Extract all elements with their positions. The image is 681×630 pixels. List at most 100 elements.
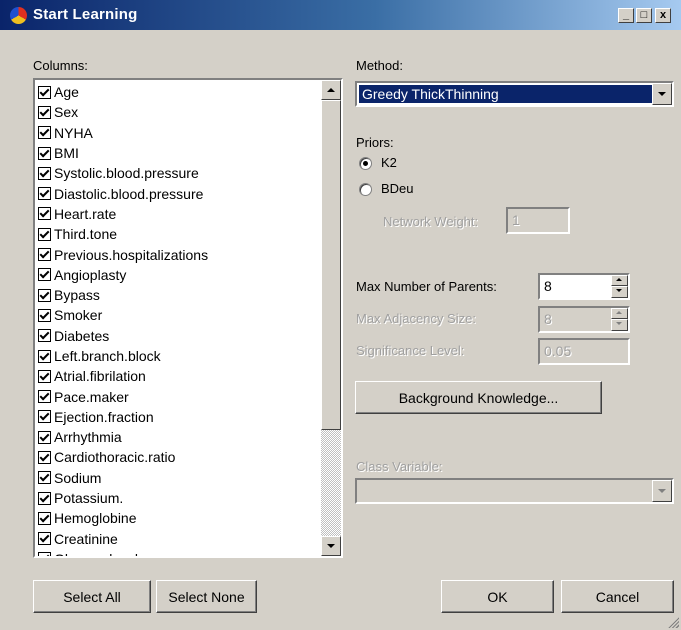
checkbox-checked-icon[interactable] [38,390,51,404]
column-item[interactable]: Sodium [38,468,208,488]
scroll-up-button[interactable] [321,80,341,100]
close-button[interactable]: x [655,8,671,23]
checkbox-checked-icon[interactable] [38,288,51,302]
checkbox-checked-icon[interactable] [38,105,51,119]
select-all-button[interactable]: Select All [33,580,151,613]
column-item[interactable]: Ejection.fraction [38,407,208,427]
column-item-label: NYHA [54,124,93,141]
minimize-button[interactable]: _ [618,8,634,23]
app-icon [10,7,27,24]
column-item[interactable]: BMI [38,143,208,163]
radio-k2[interactable] [359,157,372,170]
column-item[interactable]: Diabetes [38,326,208,346]
checkbox-checked-icon[interactable] [38,471,51,485]
column-item[interactable]: Heart.rate [38,204,208,224]
column-item[interactable]: Age [38,82,208,102]
column-item-label: Atrial.fibrilation [54,368,146,385]
column-item[interactable]: Potassium. [38,488,208,508]
column-item[interactable]: Pace.maker [38,386,208,406]
chevron-down-icon [658,489,666,493]
checkbox-checked-icon[interactable] [38,369,51,383]
column-item[interactable]: Arrhythmia [38,427,208,447]
resize-grip-icon[interactable] [667,616,679,628]
columns-label: Columns: [33,58,88,73]
radio-k2-label[interactable]: K2 [381,155,397,170]
checkbox-checked-icon[interactable] [38,410,51,424]
checkbox-checked-icon[interactable] [38,450,51,464]
max-adjacency-label: Max Adjacency Size: [356,311,476,326]
checkbox-checked-icon[interactable] [38,85,51,99]
checkbox-checked-icon[interactable] [38,308,51,322]
checkbox-checked-icon[interactable] [38,491,51,505]
max-parents-up-button[interactable] [611,275,628,286]
column-item[interactable]: Angioplasty [38,265,208,285]
checkbox-checked-icon[interactable] [38,187,51,201]
cancel-button[interactable]: Cancel [561,580,674,613]
select-none-button[interactable]: Select None [156,580,257,613]
method-dropdown-button[interactable] [652,83,672,105]
checkbox-checked-icon[interactable] [38,268,51,282]
ok-button[interactable]: OK [441,580,554,613]
class-variable-label: Class Variable: [356,459,443,474]
checkbox-checked-icon[interactable] [38,248,51,262]
class-variable-value [359,482,362,500]
column-item[interactable]: Previous.hospitalizations [38,244,208,264]
scroll-down-button[interactable] [321,536,341,556]
max-adjacency-value: 8 [544,311,552,327]
class-variable-dropdown-button [652,480,672,502]
column-item[interactable]: Bypass [38,285,208,305]
checkbox-checked-icon[interactable] [38,329,51,343]
column-item-label: Pace.maker [54,388,129,405]
checkbox-checked-icon[interactable] [38,532,51,546]
column-item-label: Bypass [54,287,100,304]
columns-listbox[interactable]: Age Sex NYHA BMI Systolic.blood.pressure Dias… [33,78,343,558]
column-item[interactable]: NYHA [38,123,208,143]
column-item[interactable]: Systolic.blood.pressure [38,163,208,183]
radio-bdeu[interactable] [359,183,372,196]
background-knowledge-button[interactable]: Background Knowledge... [355,381,602,414]
checkbox-checked-icon[interactable] [38,552,51,556]
max-adjacency-up-button [611,308,628,319]
scroll-thumb[interactable] [321,100,341,430]
spin-down-icon [616,322,622,325]
significance-label: Significance Level: [356,343,465,358]
column-item[interactable]: Cardiothoracic.ratio [38,447,208,467]
column-item-label: Ejection.fraction [54,408,154,425]
column-item[interactable]: Sex [38,102,208,122]
checkbox-checked-icon[interactable] [38,146,51,160]
checkbox-checked-icon[interactable] [38,430,51,444]
arrow-down-icon [327,544,335,548]
column-item[interactable]: Hemoglobine [38,508,208,528]
max-parents-value[interactable]: 8 [544,278,552,294]
max-parents-spinner[interactable]: 8 [538,273,630,300]
priors-label: Priors: [356,135,394,150]
column-item[interactable]: Left.branch.block [38,346,208,366]
checkbox-checked-icon[interactable] [38,126,51,140]
column-item[interactable]: Smoker [38,305,208,325]
maximize-button[interactable]: □ [636,8,652,23]
checkbox-checked-icon[interactable] [38,227,51,241]
column-item-label: BMI [54,145,79,162]
column-item[interactable]: Glucose.level [38,549,208,556]
checkbox-checked-icon[interactable] [38,166,51,180]
network-weight-field: 1 [506,207,570,234]
column-item-label: Angioplasty [54,266,127,283]
significance-field: 0.05 [538,338,630,365]
checkbox-checked-icon[interactable] [38,207,51,221]
network-weight-value: 1 [512,212,520,228]
checkbox-checked-icon[interactable] [38,511,51,525]
column-item[interactable]: Atrial.fibrilation [38,366,208,386]
columns-scrollbar[interactable] [321,80,341,556]
radio-bdeu-label[interactable]: BDeu [381,181,414,196]
column-item[interactable]: Creatinine [38,529,208,549]
column-item-label: Cardiothoracic.ratio [54,449,176,466]
column-item[interactable]: Diastolic.blood.pressure [38,183,208,203]
title-bar[interactable]: Start Learning _ □ x [0,0,681,30]
checkbox-checked-icon[interactable] [38,349,51,363]
method-select[interactable]: Greedy ThickThinning [355,81,674,107]
arrow-up-icon [327,88,335,92]
spin-down-icon [616,289,622,292]
column-item-label: Glucose.level [54,551,138,556]
max-parents-down-button[interactable] [611,286,628,298]
column-item[interactable]: Third.tone [38,224,208,244]
